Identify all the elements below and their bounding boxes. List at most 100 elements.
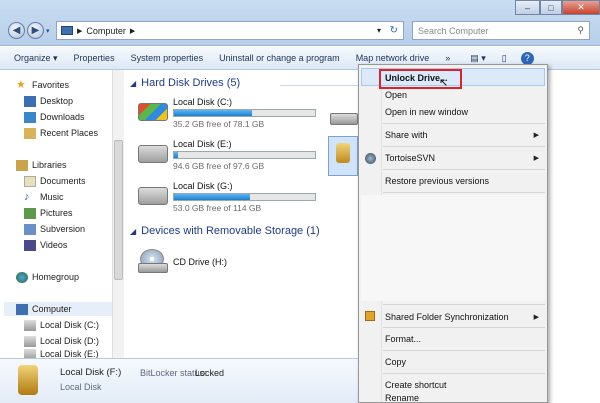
nav-videos-label: Videos: [40, 240, 68, 250]
collapse-icon[interactable]: ◢: [130, 79, 136, 88]
properties-button[interactable]: Properties: [66, 53, 123, 63]
drive-item-f-selected[interactable]: [328, 136, 358, 176]
menu-separator: [383, 169, 545, 170]
breadcrumb-computer[interactable]: Computer: [86, 26, 126, 36]
nav-favorites-label: Favorites: [32, 80, 70, 90]
removable-group-header[interactable]: ◢ Devices with Removable Storage (1): [130, 225, 320, 237]
nav-videos[interactable]: Videos: [24, 238, 67, 252]
map-network-drive-button[interactable]: Map network drive: [348, 53, 438, 63]
uninstall-program-button[interactable]: Uninstall or change a program: [211, 53, 348, 63]
menu-item-rename[interactable]: Rename: [385, 393, 419, 403]
drive-item-partial-right[interactable]: [330, 113, 358, 125]
address-bar[interactable]: ▶ Computer ▶ ▾ ↻: [56, 21, 404, 40]
nav-scrollbar-thumb[interactable]: [114, 140, 123, 280]
maximize-button[interactable]: □: [540, 0, 562, 15]
subversion-icon: [24, 223, 36, 235]
shared-folder-sync-icon: [365, 311, 375, 321]
nav-libraries[interactable]: Libraries: [16, 158, 67, 172]
nav-homegroup[interactable]: Homegroup: [16, 270, 79, 284]
nav-music[interactable]: ♪ Music: [24, 190, 64, 204]
details-drive-type: Local Disk: [60, 382, 102, 392]
menu-item-copy[interactable]: Copy: [385, 354, 406, 370]
address-dropdown-icon[interactable]: ▾: [377, 26, 381, 35]
search-input[interactable]: Search Computer ⚲: [412, 21, 590, 40]
red-highlight-box: [379, 69, 462, 89]
drive-item-c[interactable]: Local Disk (C:) 35.2 GB free of 78.1 GB: [138, 97, 316, 129]
menu-separator: [383, 146, 545, 147]
drive-name: Local Disk (E:): [173, 139, 232, 149]
menu-separator: [383, 123, 545, 124]
submenu-arrow-icon: ▶: [533, 155, 539, 162]
details-drive-name: Local Disk (F:): [60, 367, 122, 378]
menu-item-share-label: Share with: [385, 130, 428, 140]
drive-icon: [24, 335, 36, 347]
menu-item-create-shortcut[interactable]: Create shortcut: [385, 377, 447, 393]
capacity-bar: [173, 109, 316, 117]
search-placeholder: Search Computer: [418, 25, 489, 36]
nav-recent-places[interactable]: Recent Places: [24, 126, 98, 140]
navigation-pane: ★ Favorites Desktop Downloads Recent Pla…: [0, 70, 112, 358]
nav-documents[interactable]: Documents: [24, 174, 86, 188]
nav-computer[interactable]: Computer: [4, 302, 112, 316]
context-menu: Unlock Drive... ↖ Open Open in new windo…: [358, 64, 548, 403]
drive-free-space: 53.0 GB free of 114 GB: [173, 203, 262, 213]
help-icon[interactable]: ?: [520, 51, 534, 65]
downloads-icon: [24, 111, 36, 123]
breadcrumb-arrow-icon[interactable]: ▶: [77, 27, 82, 35]
more-commands-button[interactable]: »: [437, 53, 458, 63]
nav-desktop-label: Desktop: [40, 96, 74, 106]
music-icon: ♪: [24, 190, 30, 203]
details-pane: Local Disk (F:) BitLocker status: Locked…: [0, 358, 358, 403]
pictures-icon: [24, 207, 36, 219]
recent-places-icon: [24, 127, 36, 139]
desktop-icon: [24, 95, 36, 107]
nav-desktop[interactable]: Desktop: [24, 94, 73, 108]
breadcrumb-arrow-icon[interactable]: ▶: [130, 27, 135, 35]
organize-button[interactable]: Organize ▾: [0, 53, 66, 64]
nav-disk-e[interactable]: Local Disk (E:): [24, 349, 99, 358]
drive-free-space: 35.2 GB free of 78.1 GB: [173, 119, 265, 129]
nav-disk-d[interactable]: Local Disk (D:): [24, 334, 99, 348]
nav-pictures-label: Pictures: [40, 208, 73, 218]
mouse-cursor-icon: ↖: [439, 77, 449, 89]
menu-item-open[interactable]: Open: [385, 87, 407, 103]
menu-item-open-new-window[interactable]: Open in new window: [385, 104, 468, 120]
nav-favorites[interactable]: ★ Favorites: [16, 78, 69, 92]
nav-disk-c[interactable]: Local Disk (C:): [24, 318, 99, 332]
star-icon: ★: [16, 78, 26, 91]
menu-item-share-with[interactable]: Share with: [385, 127, 545, 143]
drive-name: Local Disk (G:): [173, 181, 233, 191]
nav-downloads[interactable]: Downloads: [24, 110, 85, 124]
close-button[interactable]: ✕: [562, 0, 600, 15]
drive-item-g[interactable]: Local Disk (G:) 53.0 GB free of 114 GB: [138, 181, 316, 213]
drive-item-e[interactable]: Local Disk (E:) 94.6 GB free of 97.6 GB: [138, 139, 316, 171]
search-icon[interactable]: ⚲: [577, 25, 584, 36]
nav-subversion[interactable]: Subversion: [24, 222, 85, 236]
nav-libraries-label: Libraries: [32, 160, 67, 170]
submenu-arrow-icon: ▶: [533, 132, 539, 139]
refresh-icon[interactable]: ↻: [390, 25, 398, 36]
menu-item-tortoisesvn[interactable]: TortoiseSVN: [385, 150, 435, 166]
back-button[interactable]: ◀: [8, 22, 25, 39]
view-options-icon[interactable]: ▤ ▾: [462, 53, 494, 64]
menu-item-restore-previous-versions[interactable]: Restore previous versions: [385, 173, 489, 189]
videos-icon: [24, 239, 36, 251]
computer-icon: [61, 26, 73, 35]
forward-button[interactable]: ▶: [27, 22, 44, 39]
nav-pictures[interactable]: Pictures: [24, 206, 73, 220]
menu-separator: [383, 192, 545, 193]
menu-separator: [383, 350, 545, 351]
recent-pages-icon[interactable]: ▾: [46, 27, 50, 35]
drive-name: Local Disk (C:): [173, 97, 233, 107]
system-properties-button[interactable]: System properties: [123, 53, 212, 63]
hdd-group-header[interactable]: ◢ Hard Disk Drives (5): [130, 77, 240, 89]
menu-item-format[interactable]: Format...: [385, 331, 421, 347]
cd-drive-item[interactable]: CD Drive (H:): [138, 249, 227, 275]
homegroup-icon: [16, 271, 28, 283]
capacity-bar: [173, 151, 316, 159]
submenu-arrow-icon: ▶: [533, 314, 539, 321]
collapse-icon[interactable]: ◢: [130, 227, 136, 236]
menu-item-shared-folder-sync[interactable]: Shared Folder Synchronization: [385, 309, 509, 325]
preview-pane-icon[interactable]: ▯: [494, 53, 515, 64]
minimize-button[interactable]: –: [515, 0, 540, 15]
